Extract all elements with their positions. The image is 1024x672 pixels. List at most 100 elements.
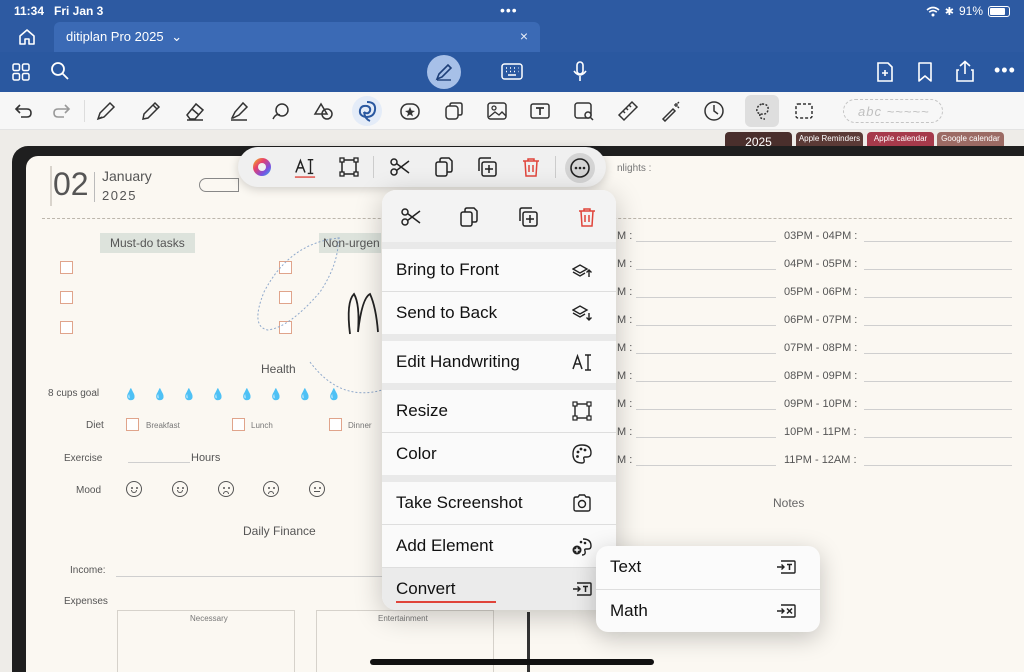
handwriting-input-pill[interactable]: abc ~~~~~ [843, 99, 943, 123]
delete-icon[interactable] [576, 206, 598, 228]
home-indicator[interactable] [370, 659, 654, 665]
time-slot-line[interactable] [864, 325, 1012, 326]
duplicate-icon[interactable] [517, 206, 539, 228]
time-slot-line[interactable] [864, 297, 1012, 298]
image-icon[interactable] [486, 100, 508, 122]
add-element-item[interactable]: Add Element [382, 525, 616, 567]
rectangle-select-icon[interactable] [793, 100, 815, 122]
share-icon[interactable] [955, 60, 975, 82]
mood-crying-icon[interactable] [263, 481, 279, 497]
more-actions-button[interactable] [565, 153, 595, 183]
edit-handwriting-icon[interactable] [294, 156, 316, 178]
image-search-icon[interactable] [573, 100, 595, 122]
time-slot-line[interactable] [636, 325, 776, 326]
edit-handwriting-item[interactable]: Edit Handwriting [382, 341, 616, 383]
time-slot-line[interactable] [636, 241, 776, 242]
chevron-down-icon[interactable]: ⌄ [171, 29, 182, 44]
bookmark-icon[interactable] [917, 62, 933, 82]
home-icon[interactable] [18, 28, 36, 46]
pen-mode-button[interactable] [427, 55, 461, 89]
shapes-icon[interactable] [313, 100, 335, 122]
lunch-checkbox[interactable] [232, 418, 245, 431]
time-slot-line[interactable] [636, 381, 776, 382]
time-slot-line[interactable] [864, 269, 1012, 270]
task-checkbox[interactable] [60, 261, 73, 274]
fountain-pen-icon[interactable] [95, 100, 117, 122]
clock-icon[interactable] [703, 100, 725, 122]
delete-icon[interactable] [520, 156, 542, 178]
ruler-icon[interactable] [617, 100, 639, 122]
lasso-tool-button[interactable] [352, 96, 382, 126]
laser-pointer-icon[interactable] [660, 100, 682, 122]
highlighter-icon[interactable] [228, 100, 250, 122]
time-slot-line[interactable] [636, 353, 776, 354]
pencil-icon[interactable] [140, 100, 162, 122]
close-tab-icon[interactable]: × [520, 28, 528, 44]
mood-smile-icon[interactable] [172, 481, 188, 497]
resize-item[interactable]: Resize [382, 390, 616, 432]
convert-to-math-item[interactable]: Math [596, 590, 820, 632]
convert-item[interactable]: Convert [382, 568, 616, 610]
water-drop-icon[interactable]: 💧 [211, 388, 225, 401]
dinner-checkbox[interactable] [329, 418, 342, 431]
lasso-select-button[interactable] [745, 95, 779, 127]
undo-icon[interactable] [12, 100, 34, 122]
sticker-icon[interactable] [399, 100, 421, 122]
shape-tool-icon[interactable] [270, 100, 292, 122]
redo-icon[interactable] [51, 100, 73, 122]
diet-label: Diet [86, 420, 104, 431]
time-slot-line[interactable] [864, 241, 1012, 242]
water-drop-icon[interactable]: 💧 [327, 388, 341, 401]
water-drop-icon[interactable]: 💧 [298, 388, 312, 401]
time-slot-line[interactable] [636, 297, 776, 298]
copy-paste-icon[interactable] [443, 100, 465, 122]
scissors-icon[interactable] [389, 156, 411, 178]
keyboard-icon[interactable] [501, 63, 523, 80]
task-checkbox[interactable] [60, 321, 73, 334]
mood-sad-icon[interactable] [218, 481, 234, 497]
color-item[interactable]: Color [382, 433, 616, 475]
income-line[interactable] [116, 576, 386, 577]
water-drop-icon[interactable]: 💧 [269, 388, 283, 401]
water-drop-icon[interactable]: 💧 [182, 388, 196, 401]
time-slot-line[interactable] [636, 269, 776, 270]
time-slot-line[interactable] [864, 437, 1012, 438]
time-slot-label: 09PM - 10PM : [784, 398, 858, 410]
exercise-hours-line[interactable] [128, 462, 190, 463]
copy-icon[interactable] [433, 156, 455, 178]
search-icon[interactable] [50, 61, 70, 81]
context-menu-quick-actions [382, 190, 616, 242]
time-slot-line[interactable] [864, 353, 1012, 354]
water-drop-icon[interactable]: 💧 [240, 388, 254, 401]
mood-happy-icon[interactable] [126, 481, 142, 497]
mood-neutral-icon[interactable] [309, 481, 325, 497]
task-checkbox[interactable] [60, 291, 73, 304]
cut-icon[interactable] [400, 206, 422, 228]
time-slot-line[interactable] [636, 409, 776, 410]
multitask-dots-icon[interactable]: ••• [500, 2, 518, 18]
bring-to-front-item[interactable]: Bring to Front [382, 249, 616, 291]
eraser-icon[interactable] [184, 100, 206, 122]
convert-to-text-item[interactable]: Text [596, 546, 820, 588]
time-slot-line[interactable] [636, 437, 776, 438]
water-drop-icon[interactable]: 💧 [124, 388, 138, 401]
text-box-icon[interactable] [529, 100, 551, 122]
microphone-icon[interactable] [572, 61, 588, 83]
document-tab[interactable]: ditiplan Pro 2025 ⌄ × [54, 22, 540, 52]
copy-icon[interactable] [458, 206, 480, 228]
resize-icon[interactable] [338, 156, 360, 178]
time-slot-line[interactable] [636, 465, 776, 466]
color-wheel-icon[interactable] [251, 156, 273, 178]
more-options-icon[interactable]: ••• [994, 60, 1016, 81]
send-to-back-item[interactable]: Send to Back [382, 292, 616, 334]
lasso-selection-outline[interactable] [250, 232, 390, 402]
water-drop-icon[interactable]: 💧 [153, 388, 167, 401]
grid-view-icon[interactable] [12, 63, 30, 81]
duplicate-icon[interactable] [476, 156, 498, 178]
take-screenshot-item[interactable]: Take Screenshot [382, 482, 616, 524]
time-slot-line[interactable] [864, 409, 1012, 410]
time-slot-line[interactable] [864, 381, 1012, 382]
breakfast-checkbox[interactable] [126, 418, 139, 431]
add-page-icon[interactable] [876, 61, 894, 83]
time-slot-line[interactable] [864, 465, 1012, 466]
